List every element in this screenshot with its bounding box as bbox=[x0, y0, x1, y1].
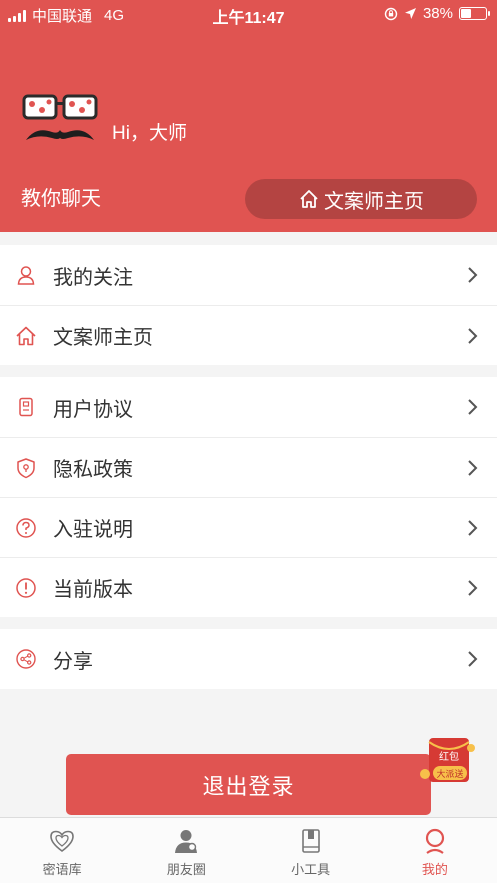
chevron-right-icon bbox=[468, 460, 478, 476]
user-icon bbox=[17, 266, 35, 285]
profile-icon bbox=[425, 828, 444, 854]
tab-label: 密语库 bbox=[42, 862, 82, 877]
chevron-right-icon bbox=[468, 328, 478, 344]
copywriter-home-button[interactable]: 文案师主页 bbox=[245, 179, 477, 219]
menu-item-onboarding-guide[interactable]: 入驻说明 bbox=[0, 497, 497, 557]
profile-header: 中国联通 4G 上午11:47 38% Hi，大师 教你聊天 文案师主页 bbox=[0, 0, 497, 232]
question-icon bbox=[16, 518, 36, 538]
tab-bar: 密语库 朋友圈 小工具 我的 bbox=[0, 817, 497, 883]
tab-label: 我的 bbox=[421, 862, 448, 877]
share-icon bbox=[16, 649, 36, 669]
battery-icon bbox=[459, 7, 490, 20]
rotation-lock-icon bbox=[384, 7, 398, 20]
document-icon bbox=[19, 397, 33, 417]
red-packet-promo[interactable]: 红包 大派送 bbox=[419, 736, 477, 788]
menu-item-label: 当前版本 bbox=[53, 579, 133, 601]
menu-item-label: 我的关注 bbox=[53, 266, 133, 289]
chevron-right-icon bbox=[468, 399, 478, 415]
home-icon bbox=[16, 326, 36, 346]
tab-label: 朋友圈 bbox=[166, 862, 206, 877]
tab-tools[interactable]: 小工具 bbox=[249, 818, 373, 883]
book-icon bbox=[301, 829, 320, 853]
location-icon bbox=[404, 8, 416, 19]
chevron-right-icon bbox=[468, 651, 478, 667]
home-icon bbox=[300, 190, 318, 208]
menu-item-following[interactable]: 我的关注 bbox=[0, 245, 497, 305]
chevron-right-icon bbox=[468, 580, 478, 596]
person-icon bbox=[175, 830, 198, 853]
menu-item-share[interactable]: 分享 bbox=[0, 629, 497, 689]
info-icon bbox=[16, 578, 36, 598]
hearts-icon bbox=[50, 830, 74, 852]
greeting-text: Hi，大师 bbox=[112, 123, 187, 144]
logout-button[interactable]: 退出登录 bbox=[66, 754, 431, 815]
menu-item-label: 文案师主页 bbox=[53, 327, 153, 349]
chevron-right-icon bbox=[468, 267, 478, 283]
status-bar: 中国联通 4G 上午11:47 38% bbox=[0, 0, 497, 28]
shield-icon bbox=[17, 458, 35, 479]
copywriter-home-label: 文案师主页 bbox=[324, 190, 424, 213]
red-packet-line1: 红包 bbox=[439, 750, 459, 763]
tab-label: 小工具 bbox=[291, 862, 331, 877]
tab-mine[interactable]: 我的 bbox=[373, 818, 497, 883]
menu-item-copywriter-home[interactable]: 文案师主页 bbox=[0, 305, 497, 365]
menu-item-user-agreement[interactable]: 用户协议 bbox=[0, 377, 497, 437]
menu-group-share: 分享 bbox=[0, 629, 497, 689]
menu-item-label: 分享 bbox=[53, 650, 93, 673]
menu-group-follow: 我的关注 文案师主页 bbox=[0, 245, 497, 365]
tab-phrase-library[interactable]: 密语库 bbox=[0, 818, 124, 883]
menu-item-label: 用户协议 bbox=[53, 398, 133, 421]
battery-percent: 38% bbox=[422, 5, 453, 22]
tab-moments[interactable]: 朋友圈 bbox=[124, 818, 248, 883]
menu-group-info: 用户协议 隐私政策 入驻说明 当前版本 bbox=[0, 377, 497, 617]
menu-item-privacy-policy[interactable]: 隐私政策 bbox=[0, 437, 497, 497]
menu-item-current-version[interactable]: 当前版本 bbox=[0, 557, 497, 617]
menu-item-label: 隐私政策 bbox=[53, 459, 133, 481]
red-packet-line2: 大派送 bbox=[436, 768, 463, 780]
avatar[interactable] bbox=[22, 92, 98, 152]
menu-item-label: 入驻说明 bbox=[53, 519, 133, 541]
profile-subtitle: 教你聊天 bbox=[21, 188, 101, 210]
chevron-right-icon bbox=[468, 520, 478, 536]
